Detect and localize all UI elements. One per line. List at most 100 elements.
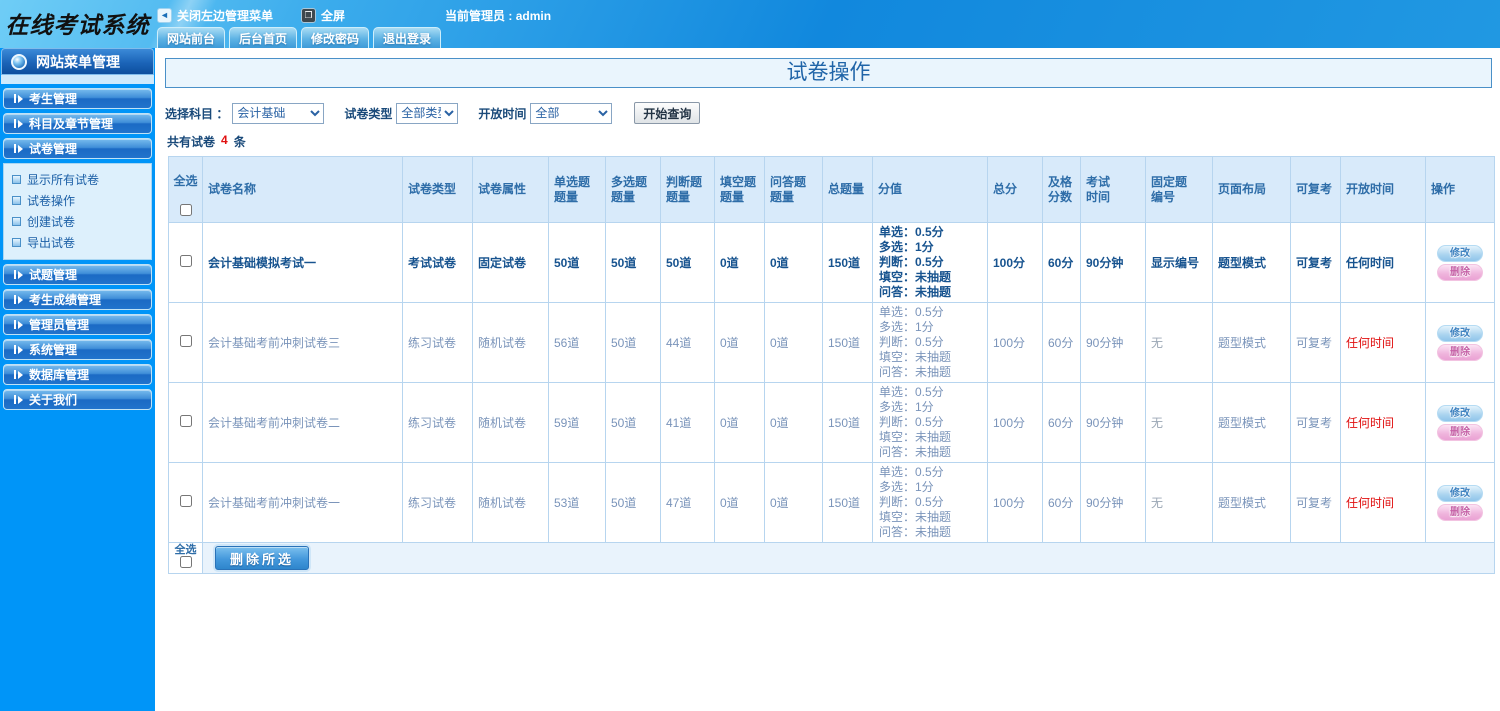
open-time-filter-label: 开放时间 xyxy=(478,106,527,121)
sidebar-header: 网站菜单管理 xyxy=(1,48,154,75)
page-title: 试卷操作 xyxy=(165,58,1492,88)
main-content: 试卷操作 选择科目 ： 会计基础 试卷类型 全部类型 开放时间 全部 开始查询 … xyxy=(155,48,1500,711)
total-count-cell: 150道 xyxy=(822,302,873,383)
topbar: 在线考试系统 ◄ 关闭左边管理菜单 ❐ 全屏 当前管理员 : admin 网站前… xyxy=(0,0,1500,60)
single-count-cell: 53道 xyxy=(548,462,606,543)
pass-score-cell: 60分 xyxy=(1042,302,1081,383)
tab-logout[interactable]: 退出登录 xyxy=(373,27,442,48)
play-icon xyxy=(14,295,23,304)
fixed-number-cell: 无 xyxy=(1145,302,1213,383)
play-icon xyxy=(14,395,23,404)
score-values-cell: 单选：0.5分 多选：1分 判断：0.5分 填空：未抽题 问答：未抽题 xyxy=(872,382,988,463)
delete-button[interactable]: 删除 xyxy=(1437,263,1483,281)
qa-count-cell: 0道 xyxy=(764,302,823,383)
sidebar-item-examinee-management[interactable]: 考生管理 xyxy=(3,88,152,109)
multi-count-cell: 50道 xyxy=(605,382,661,463)
col-judge-count: 判断题 题量 xyxy=(660,156,715,223)
sidebar-item-about-us[interactable]: 关于我们 xyxy=(3,389,152,410)
col-exam-time: 考试 时间 xyxy=(1080,156,1146,223)
multi-count-cell: 50道 xyxy=(605,302,661,383)
fullscreen-label: 全屏 xyxy=(321,9,346,23)
close-left-menu-label: 关闭左边管理菜单 xyxy=(177,9,274,23)
play-icon xyxy=(14,270,23,279)
submenu-paper-operations[interactable]: 试卷操作 xyxy=(4,190,151,211)
sidebar-item-system-management[interactable]: 系统管理 xyxy=(3,339,152,360)
col-pass-score: 及格 分数 xyxy=(1042,156,1081,223)
paper-management-submenu: 显示所有试卷 试卷操作 创建试卷 导出试卷 xyxy=(3,163,152,260)
edit-button[interactable]: 修改 xyxy=(1437,484,1483,502)
exam-time-cell: 90分钟 xyxy=(1080,302,1146,383)
paper-attr-cell: 随机试卷 xyxy=(472,382,549,463)
edit-button[interactable]: 修改 xyxy=(1437,404,1483,422)
sidebar-item-subject-chapter-management[interactable]: 科目及章节管理 xyxy=(3,113,152,134)
play-icon xyxy=(14,320,23,329)
paper-count: 共有试卷 4 条 xyxy=(167,133,246,149)
row-select-cell xyxy=(168,462,203,543)
sidebar-item-admin-management[interactable]: 管理员管理 xyxy=(3,314,152,335)
select-all-header: 全选 xyxy=(168,156,203,223)
single-count-cell: 59道 xyxy=(548,382,606,463)
col-actions: 操作 xyxy=(1425,156,1495,223)
multi-count-cell: 50道 xyxy=(605,222,661,303)
col-blank-count: 填空题 题量 xyxy=(714,156,765,223)
delete-button[interactable]: 删除 xyxy=(1437,503,1483,521)
col-total-count: 总题量 xyxy=(822,156,873,223)
page-layout-cell: 题型模式 xyxy=(1212,302,1291,383)
edit-button[interactable]: 修改 xyxy=(1437,324,1483,342)
submenu-export-paper[interactable]: 导出试卷 xyxy=(4,232,151,253)
row-checkbox[interactable] xyxy=(179,495,192,507)
subject-select[interactable]: 会计基础 xyxy=(232,102,325,124)
fullscreen-button[interactable]: ❐ 全屏 xyxy=(301,7,345,24)
open-time-select[interactable]: 全部 xyxy=(530,102,613,124)
sidebar-item-question-management[interactable]: 试题管理 xyxy=(3,264,152,285)
total-count-cell: 150道 xyxy=(822,222,873,303)
select-all-checkbox[interactable] xyxy=(179,204,192,216)
fixed-number-cell: 无 xyxy=(1145,382,1213,463)
paper-type-filter-label: 试卷类型 xyxy=(344,106,393,121)
retake-cell: 可复考 xyxy=(1290,462,1341,543)
col-qa-count: 问答题 题量 xyxy=(764,156,823,223)
tab-change-password[interactable]: 修改密码 xyxy=(301,27,370,48)
row-select-cell xyxy=(168,222,203,303)
row-checkbox[interactable] xyxy=(179,255,192,267)
sidebar: 网站菜单管理 考生管理 科目及章节管理 试卷管理 显示所有试卷 试卷操作 创建试… xyxy=(0,48,155,711)
row-checkbox[interactable] xyxy=(179,335,192,347)
total-score-cell: 100分 xyxy=(987,382,1043,463)
search-button[interactable]: 开始查询 xyxy=(634,102,701,124)
col-score-values: 分值 xyxy=(872,156,988,223)
filter-bar: 选择科目 ： 会计基础 试卷类型 全部类型 开放时间 全部 开始查询 xyxy=(165,102,1500,124)
row-checkbox[interactable] xyxy=(179,415,192,427)
actions-cell: 修改 删除 xyxy=(1425,222,1495,303)
submenu-create-paper[interactable]: 创建试卷 xyxy=(4,211,151,232)
tab-admin-home[interactable]: 后台首页 xyxy=(229,27,298,48)
col-multi-count: 多选题 题量 xyxy=(605,156,661,223)
tab-site-front[interactable]: 网站前台 xyxy=(157,27,226,48)
play-icon xyxy=(14,94,23,103)
play-icon xyxy=(14,144,23,153)
open-time-cell: 任何时间 xyxy=(1340,382,1426,463)
delete-button[interactable]: 删除 xyxy=(1437,423,1483,441)
judge-count-cell: 50道 xyxy=(660,222,715,303)
qa-count-cell: 0道 xyxy=(764,462,823,543)
footer-select-all-checkbox[interactable] xyxy=(179,556,192,568)
sidebar-item-paper-management[interactable]: 试卷管理 xyxy=(3,138,152,159)
col-total-score: 总分 xyxy=(987,156,1043,223)
sidebar-item-database-management[interactable]: 数据库管理 xyxy=(3,364,152,385)
paper-type-select[interactable]: 全部类型 xyxy=(396,102,459,124)
paper-name-cell: 会计基础模拟考试一 xyxy=(202,222,403,303)
delete-selected-button[interactable]: 删除所选 xyxy=(215,546,309,570)
row-select-cell xyxy=(168,302,203,383)
edit-button[interactable]: 修改 xyxy=(1437,244,1483,262)
paper-type-cell: 考试试卷 xyxy=(402,222,473,303)
footer-select-all: 全选 xyxy=(168,542,203,574)
sidebar-item-score-management[interactable]: 考生成绩管理 xyxy=(3,289,152,310)
bullet-square-icon xyxy=(12,217,21,226)
submenu-show-all-papers[interactable]: 显示所有试卷 xyxy=(4,169,151,190)
close-left-menu-button[interactable]: ◄ 关闭左边管理菜单 xyxy=(157,7,273,24)
paper-name-cell: 会计基础考前冲刺试卷一 xyxy=(202,462,403,543)
fullscreen-icon: ❐ xyxy=(301,8,317,23)
sidebar-header-label: 网站菜单管理 xyxy=(36,53,120,70)
delete-button[interactable]: 删除 xyxy=(1437,343,1483,361)
actions-cell: 修改 删除 xyxy=(1425,302,1495,383)
sidebar-divider xyxy=(1,75,154,84)
